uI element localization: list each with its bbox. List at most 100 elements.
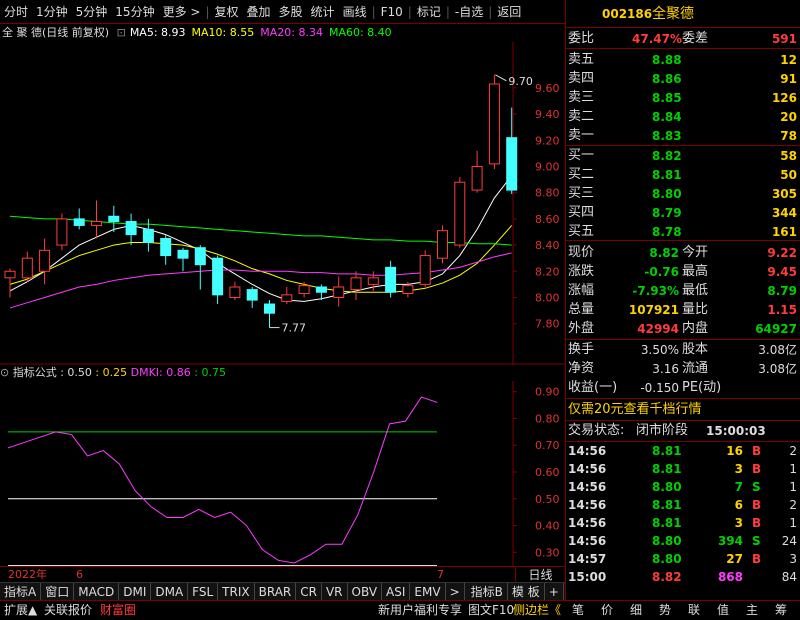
candle[interactable] <box>350 271 362 301</box>
toolbar-item-12[interactable]: -自选 <box>451 3 487 20</box>
candle-body <box>246 289 258 301</box>
indicator-tab-9[interactable]: VR <box>322 583 348 600</box>
bottom-left-0[interactable]: 扩展▲ <box>4 601 37 620</box>
indicator-tab-12[interactable]: EMV <box>410 583 446 600</box>
candle[interactable] <box>212 255 224 305</box>
bottom-left-2[interactable]: 财富圈 <box>100 601 136 620</box>
indicator-tab-14[interactable]: 指标B <box>467 583 508 600</box>
bottom-left-1[interactable]: 关联报价 <box>44 601 92 620</box>
toolbar-item-8[interactable]: 统计 <box>307 3 339 20</box>
tick-price: 8.81 <box>652 516 682 530</box>
tick-row: 14:56 8.80 7 S 1 <box>566 479 800 495</box>
toolbar-item-10[interactable]: F10 <box>377 5 407 19</box>
period-label[interactable]: 日线 <box>515 567 565 583</box>
bid-label: 买四 <box>568 205 595 220</box>
restore-icon[interactable]: ⊡ <box>117 26 126 39</box>
side-tool-2[interactable]: 细 <box>630 601 642 620</box>
tick-direction: B <box>752 462 762 476</box>
indicator-tab-13[interactable]: > <box>446 583 465 600</box>
stat2-label-2: PE(动) <box>682 380 722 395</box>
promo-text[interactable]: 仅需20元查看千档行情 <box>568 402 702 418</box>
side-tool-0[interactable]: 笔 <box>572 601 584 620</box>
indicator-toggle-icon[interactable]: ⊙ <box>0 366 9 379</box>
toolbar-item-2[interactable]: 5分钟 <box>72 3 112 20</box>
candle-body <box>333 286 345 298</box>
candle[interactable] <box>125 213 137 246</box>
candle[interactable] <box>437 225 448 264</box>
candle[interactable] <box>488 74 500 170</box>
bottom-right-2[interactable]: 侧边栏《 <box>513 601 561 620</box>
candle[interactable] <box>471 150 483 193</box>
indicator-chart[interactable]: 0.30 0.40 0.50 0.60 0.70 0.80 0.90 <box>0 381 565 566</box>
indicator-tab-4[interactable]: DMA <box>151 583 189 600</box>
side-tool-7[interactable]: 筹 <box>775 601 787 620</box>
indicator-tab-0[interactable]: 指标A <box>0 583 42 600</box>
indicator-tab-10[interactable]: OBV <box>348 583 383 600</box>
candle[interactable] <box>385 260 397 298</box>
indicator-tab-6[interactable]: TRIX <box>218 583 255 600</box>
candle-body <box>125 221 137 236</box>
candle[interactable] <box>177 247 189 272</box>
candle[interactable] <box>229 281 241 301</box>
stat2-value-2: 3.08亿 <box>758 362 797 376</box>
candle[interactable] <box>454 176 466 248</box>
indicator-tab-8[interactable]: CR <box>296 583 322 600</box>
tick-volume: 868 <box>717 570 743 584</box>
indicator-tick-label: 0.80 <box>535 412 560 425</box>
indicator-tab-7[interactable]: BRAR <box>255 583 297 600</box>
candlestick-chart[interactable]: 7.80 8.00 8.20 8.40 8.60 8.80 9.00 9.20 9.40 9.60… <box>0 42 565 365</box>
indicator-tab-5[interactable]: FSL <box>188 583 219 600</box>
toolbar-item-0[interactable]: 分时 <box>0 3 32 20</box>
tick-time: 14:56 <box>568 534 607 548</box>
candle[interactable] <box>21 251 33 282</box>
candle[interactable] <box>264 300 275 328</box>
candle[interactable] <box>73 208 85 230</box>
toolbar-item-4[interactable]: 更多 > <box>159 3 205 20</box>
toolbar-item-6[interactable]: 叠加 <box>243 3 275 20</box>
toolbar-item-5[interactable]: 复权 <box>211 3 243 20</box>
candle[interactable] <box>194 245 206 290</box>
indicator-name[interactable]: 指标公式 <box>13 366 57 379</box>
toolbar-item-11[interactable]: 标记 <box>413 3 445 20</box>
candle[interactable] <box>108 205 120 232</box>
stat-row: 外盘 42994 内盘 64927 <box>566 321 800 337</box>
indicator-tab-3[interactable]: DMI <box>119 583 152 600</box>
candle[interactable] <box>281 286 293 305</box>
candle[interactable] <box>56 213 68 251</box>
side-tool-6[interactable]: 主 <box>746 601 758 620</box>
toolbar-item-13[interactable]: 返回 <box>493 3 525 20</box>
candle[interactable] <box>246 286 258 308</box>
candle[interactable] <box>333 276 345 307</box>
bottom-right-1[interactable]: 图文F10 <box>468 601 514 620</box>
indicator-tab-1[interactable]: 窗口 <box>41 583 75 600</box>
side-tool-4[interactable]: 联 <box>688 601 700 620</box>
candle[interactable] <box>419 250 431 287</box>
stat-value-2: 8.79 <box>767 284 797 298</box>
side-tool-5[interactable]: 值 <box>717 601 729 620</box>
adjust-mode-label[interactable]: (日线 前复权) <box>42 26 109 39</box>
candle[interactable] <box>506 107 518 194</box>
ma-label-2: MA20: 8.34 <box>260 26 323 39</box>
toolbar-item-9[interactable]: 画线 <box>339 3 371 20</box>
indicator-tab-11[interactable]: ASI <box>382 583 411 600</box>
candle[interactable] <box>91 200 102 239</box>
stock-title: 002186 全聚德 <box>566 6 800 22</box>
stat2-label: 净资 <box>568 361 595 376</box>
toolbar-item-7[interactable]: 多股 <box>275 3 307 20</box>
candle[interactable] <box>39 238 51 285</box>
indicator-tab-2[interactable]: MACD <box>74 583 120 600</box>
side-tool-1[interactable]: 价 <box>601 601 613 620</box>
toolbar-item-1[interactable]: 1分钟 <box>32 3 72 20</box>
side-tool-3[interactable]: 势 <box>659 601 671 620</box>
ask-volume: 20 <box>780 110 797 124</box>
indicator-tab-15[interactable]: 模 板 <box>508 583 545 600</box>
ma-label-0: MA5: 8.93 <box>129 26 186 39</box>
dmki-line <box>7 396 438 564</box>
candle-body <box>160 238 172 257</box>
indicator-tab-16[interactable]: + <box>545 583 564 600</box>
candle[interactable] <box>298 281 310 298</box>
bottom-right-0[interactable]: 新用户福利专享 <box>378 601 462 620</box>
toolbar-item-3[interactable]: 15分钟 <box>111 3 158 20</box>
candle[interactable] <box>160 234 172 265</box>
ask-volume: 78 <box>780 129 797 143</box>
